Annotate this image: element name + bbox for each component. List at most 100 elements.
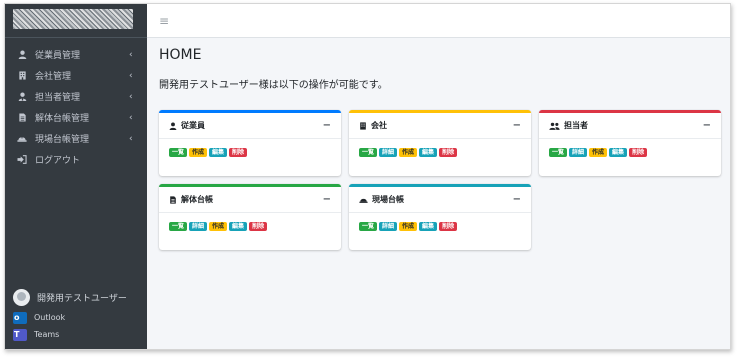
users-icon bbox=[549, 122, 560, 130]
logout-icon bbox=[15, 155, 29, 164]
delete-button[interactable]: 削除 bbox=[629, 148, 648, 157]
building-icon bbox=[359, 121, 367, 130]
outlook-label: Outlook bbox=[34, 313, 66, 322]
card-actions: 一覧 詳細 作成 編集 削除 bbox=[349, 139, 531, 166]
create-button[interactable]: 作成 bbox=[209, 222, 228, 231]
card-actions: 一覧 詳細 作成 編集 削除 bbox=[159, 213, 341, 240]
card-header: 解体台帳 − bbox=[159, 187, 341, 213]
page-title: HOME bbox=[159, 47, 202, 63]
chevron-left-icon: ‹ bbox=[129, 112, 133, 123]
delete-button[interactable]: 削除 bbox=[439, 148, 458, 157]
card-contact: 担当者 − 一覧 詳細 作成 編集 削除 bbox=[539, 110, 721, 176]
hamburger-menu-icon[interactable]: ≡ bbox=[159, 14, 169, 28]
card-employee: 従業員 − 一覧 作成 編集 削除 bbox=[159, 110, 341, 176]
hardhat-icon bbox=[359, 196, 368, 204]
main-content: HOME 開発用テストユーザー様は以下の操作が可能です。 従業員 − 一覧 作成… bbox=[147, 38, 730, 349]
delete-button[interactable]: 削除 bbox=[249, 222, 268, 231]
sidebar-item-company[interactable]: 会社管理 ‹ bbox=[5, 65, 147, 86]
intro-text: 開発用テストユーザー様は以下の操作が可能です。 bbox=[159, 80, 388, 91]
detail-button[interactable]: 詳細 bbox=[569, 148, 588, 157]
sidebar-item-label: 担当者管理 bbox=[35, 93, 81, 103]
card-title-text: 現場台帳 bbox=[372, 195, 404, 204]
list-button[interactable]: 一覧 bbox=[169, 148, 188, 157]
detail-button[interactable]: 詳細 bbox=[189, 222, 208, 231]
card-header: 従業員 − bbox=[159, 113, 341, 139]
chevron-left-icon: ‹ bbox=[129, 91, 133, 102]
sidebar-item-label: 会社管理 bbox=[35, 72, 72, 82]
card-title-text: 解体台帳 bbox=[181, 195, 213, 204]
user-name: 開発用テストユーザー bbox=[37, 293, 127, 304]
collapse-button[interactable]: − bbox=[703, 120, 711, 131]
teams-label: Teams bbox=[34, 330, 60, 339]
card-title: 解体台帳 bbox=[169, 194, 323, 205]
teams-link[interactable]: T Teams bbox=[13, 326, 139, 343]
user-tie-icon bbox=[15, 92, 29, 101]
user-icon bbox=[15, 50, 29, 59]
app-window: 従業員管理 ‹ 会社管理 ‹ 担当者管理 ‹ 解体台帳管理 ‹ 現場台帳管理 ‹… bbox=[4, 3, 731, 350]
detail-button[interactable]: 詳細 bbox=[379, 222, 398, 231]
edit-button[interactable]: 編集 bbox=[209, 148, 228, 157]
building-icon bbox=[15, 71, 29, 80]
card-actions: 一覧 詳細 作成 編集 削除 bbox=[349, 213, 531, 240]
card-site-ledger: 現場台帳 − 一覧 詳細 作成 編集 削除 bbox=[349, 184, 531, 250]
sidebar-item-label: 現場台帳管理 bbox=[35, 135, 90, 145]
card-title: 会社 bbox=[359, 120, 513, 131]
sidebar-item-employee[interactable]: 従業員管理 ‹ bbox=[5, 44, 147, 65]
file-icon bbox=[15, 113, 29, 122]
edit-button[interactable]: 編集 bbox=[419, 148, 438, 157]
card-title: 従業員 bbox=[169, 120, 323, 131]
create-button[interactable]: 作成 bbox=[589, 148, 608, 157]
sidebar: 従業員管理 ‹ 会社管理 ‹ 担当者管理 ‹ 解体台帳管理 ‹ 現場台帳管理 ‹… bbox=[5, 4, 147, 349]
card-title-text: 担当者 bbox=[564, 121, 588, 130]
topbar: ≡ bbox=[147, 4, 730, 38]
sidebar-nav: 従業員管理 ‹ 会社管理 ‹ 担当者管理 ‹ 解体台帳管理 ‹ 現場台帳管理 ‹… bbox=[5, 38, 147, 170]
file-icon bbox=[169, 195, 177, 204]
sidebar-item-label: 従業員管理 bbox=[35, 51, 81, 61]
outlook-link[interactable]: o Outlook bbox=[13, 309, 139, 326]
list-button[interactable]: 一覧 bbox=[359, 222, 378, 231]
sidebar-item-demolition-ledger[interactable]: 解体台帳管理 ‹ bbox=[5, 107, 147, 128]
collapse-button[interactable]: − bbox=[513, 194, 521, 205]
chevron-left-icon: ‹ bbox=[129, 70, 133, 81]
card-actions: 一覧 作成 編集 削除 bbox=[159, 139, 341, 166]
sidebar-item-site-ledger[interactable]: 現場台帳管理 ‹ bbox=[5, 128, 147, 149]
edit-button[interactable]: 編集 bbox=[609, 148, 628, 157]
create-button[interactable]: 作成 bbox=[399, 148, 418, 157]
collapse-button[interactable]: − bbox=[513, 120, 521, 131]
brand-logo bbox=[13, 9, 133, 29]
card-header: 担当者 − bbox=[539, 113, 721, 139]
user-panel: 開発用テストユーザー o Outlook T Teams bbox=[5, 285, 147, 349]
hardhat-icon bbox=[15, 134, 29, 143]
card-title: 担当者 bbox=[549, 120, 703, 131]
collapse-button[interactable]: − bbox=[323, 194, 331, 205]
card-company: 会社 − 一覧 詳細 作成 編集 削除 bbox=[349, 110, 531, 176]
create-button[interactable]: 作成 bbox=[399, 222, 418, 231]
outlook-icon: o bbox=[13, 311, 27, 324]
sidebar-item-logout[interactable]: ログアウト bbox=[5, 149, 147, 170]
card-title: 現場台帳 bbox=[359, 194, 513, 205]
card-header: 現場台帳 − bbox=[349, 187, 531, 213]
collapse-button[interactable]: − bbox=[323, 120, 331, 131]
chevron-left-icon: ‹ bbox=[129, 133, 133, 144]
brand[interactable] bbox=[5, 4, 147, 38]
avatar bbox=[13, 288, 30, 306]
detail-button[interactable]: 詳細 bbox=[379, 148, 398, 157]
sidebar-item-contact[interactable]: 担当者管理 ‹ bbox=[5, 86, 147, 107]
user-icon bbox=[169, 121, 177, 130]
teams-icon: T bbox=[13, 328, 27, 341]
chevron-left-icon: ‹ bbox=[129, 49, 133, 60]
list-button[interactable]: 一覧 bbox=[549, 148, 568, 157]
card-demolition-ledger: 解体台帳 − 一覧 詳細 作成 編集 削除 bbox=[159, 184, 341, 250]
create-button[interactable]: 作成 bbox=[189, 148, 208, 157]
sidebar-item-label: ログアウト bbox=[35, 156, 81, 166]
user-info[interactable]: 開発用テストユーザー bbox=[13, 285, 139, 309]
list-button[interactable]: 一覧 bbox=[169, 222, 188, 231]
delete-button[interactable]: 削除 bbox=[229, 148, 248, 157]
card-title-text: 従業員 bbox=[181, 121, 205, 130]
delete-button[interactable]: 削除 bbox=[439, 222, 458, 231]
list-button[interactable]: 一覧 bbox=[359, 148, 378, 157]
edit-button[interactable]: 編集 bbox=[419, 222, 438, 231]
card-actions: 一覧 詳細 作成 編集 削除 bbox=[539, 139, 721, 166]
card-title-text: 会社 bbox=[371, 121, 387, 130]
edit-button[interactable]: 編集 bbox=[229, 222, 248, 231]
